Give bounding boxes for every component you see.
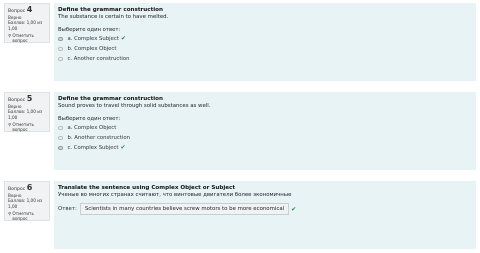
flag-label: Отметить вопрос	[12, 33, 34, 44]
answer-option[interactable]: b. Another construction	[58, 133, 472, 143]
radio-button[interactable]	[58, 46, 63, 52]
answer-prompt: Выберите один ответ:	[58, 27, 121, 33]
question-label: Вопрос	[8, 9, 26, 14]
question-num: 5	[26, 94, 33, 103]
question-number: Вопрос 4	[8, 6, 46, 15]
question-content: Define the grammar construction The subs…	[54, 3, 476, 81]
answer-input[interactable]: Scientists in many countries believe scr…	[79, 203, 290, 215]
question-content: Translate the sentence using Complex Obj…	[54, 181, 476, 249]
option-label: b. Complex Object	[67, 46, 117, 52]
question-score: Баллов: 1,00 из 1,00	[8, 109, 43, 120]
answer-option[interactable]: c. Another construction	[58, 54, 472, 64]
radio-button[interactable]	[58, 56, 63, 62]
check-icon: ✔	[120, 35, 126, 42]
question-score: Баллов: 1,00 из 1,00	[8, 198, 43, 209]
question-title: Define the grammar construction	[58, 7, 163, 13]
question-info: Вопрос 4 Верно Баллов: 1,00 из 1,00 ⚲ Отм…	[4, 3, 50, 43]
option-label: c. Complex Subject	[67, 145, 119, 151]
question-num: 6	[26, 183, 33, 192]
flag-question-link[interactable]: ⚲ Отметить вопрос	[8, 122, 46, 132]
radio-button[interactable]	[58, 145, 63, 151]
question-score: Баллов: 1,00 из 1,00	[8, 20, 43, 31]
answer-option[interactable]: c. Complex Subject ✔	[58, 143, 472, 153]
radio-button[interactable]	[58, 125, 63, 131]
answer-option[interactable]: b. Complex Object	[58, 44, 472, 54]
question-number: Вопрос 6	[8, 184, 46, 193]
check-icon: ✔	[291, 205, 297, 213]
question-label: Вопрос	[8, 187, 26, 192]
answer-option[interactable]: a. Complex Subject ✔	[58, 34, 472, 44]
flag-label: Отметить вопрос	[12, 211, 34, 222]
question-info: Вопрос 5 Верно Баллов: 1,00 из 1,00 ⚲ Отм…	[4, 92, 50, 132]
answer-label: Ответ:	[58, 206, 77, 212]
flag-label: Отметить вопрос	[12, 122, 34, 133]
option-label: a. Complex Subject	[67, 36, 119, 42]
check-icon: ✔	[120, 144, 126, 151]
question-text: Ученые во многих странах считают, что ви…	[58, 192, 292, 198]
answer-row: Ответ: Scientists in many countries beli…	[58, 203, 472, 215]
question-content: Define the grammar construction Sound pr…	[54, 92, 476, 170]
answer-option[interactable]: a. Complex Object	[58, 123, 472, 133]
option-label: b. Another construction	[67, 135, 130, 141]
question-number: Вопрос 5	[8, 95, 46, 104]
question-label: Вопрос	[8, 98, 26, 103]
option-label: a. Complex Object	[67, 125, 117, 131]
question-title: Translate the sentence using Complex Obj…	[58, 185, 236, 191]
option-label: c. Another construction	[67, 56, 130, 62]
question-title: Define the grammar construction	[58, 96, 163, 102]
radio-button[interactable]	[58, 135, 63, 141]
radio-button[interactable]	[58, 36, 63, 42]
flag-question-link[interactable]: ⚲ Отметить вопрос	[8, 33, 46, 43]
question-num: 4	[26, 5, 33, 14]
flag-question-link[interactable]: ⚲ Отметить вопрос	[8, 211, 46, 221]
answer-prompt: Выберите один ответ:	[58, 116, 121, 122]
question-info: Вопрос 6 Верно Баллов: 1,00 из 1,00 ⚲ Отм…	[4, 181, 50, 221]
question-text: The substance is certain to have melted.	[58, 14, 169, 20]
question-text: Sound proves to travel through solid sub…	[58, 103, 211, 109]
